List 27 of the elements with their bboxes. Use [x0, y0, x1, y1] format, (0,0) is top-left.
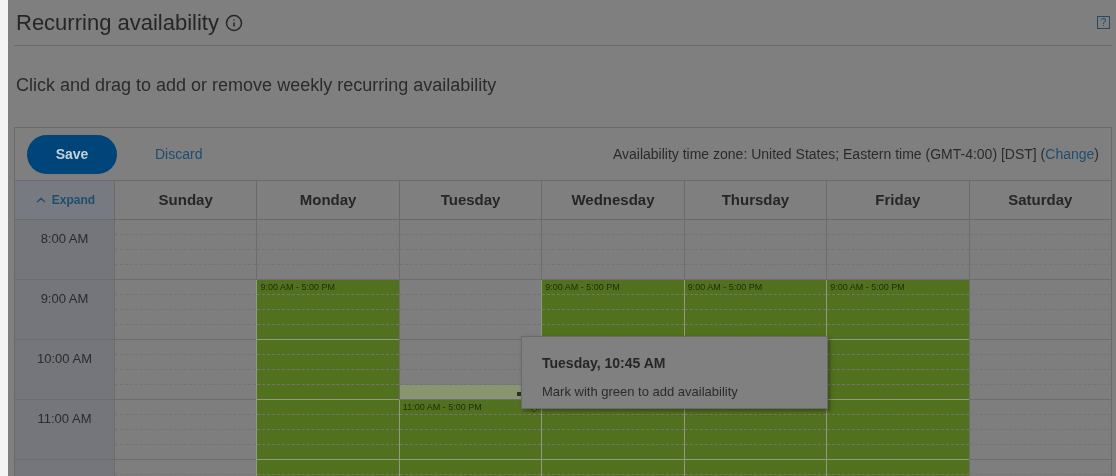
time-label: 8:00 AM — [40, 230, 89, 248]
available-slot[interactable] — [256, 400, 399, 460]
save-button[interactable]: Save — [27, 134, 117, 174]
available-slot[interactable]: 11:00 AM - 5:00 PM — [398, 400, 542, 460]
time-range-label: 9:00 AM - 5:00 PM — [260, 281, 335, 294]
discard-link[interactable]: Discard — [155, 143, 203, 165]
time-range-label: 9:00 AM - 5:00 PM — [830, 281, 905, 294]
timezone-text: Availability time zone: United States; Eastern time (GMT-4:00) [DST] (Change) — [612, 144, 1099, 164]
change-link[interactable]: Change — [1045, 145, 1095, 162]
help-icon[interactable]: ? — [1097, 16, 1110, 29]
time-range-label: 11:00 AM - 5:00 PM — [402, 401, 482, 414]
time-label: 10:00 AM — [37, 350, 92, 368]
available-slot[interactable]: 9:00 AM - 5:00 PM — [256, 280, 399, 340]
time-label: 11:00 AM — [37, 410, 92, 428]
tooltip-text: Mark with green to add availability — [542, 383, 739, 401]
page-title: Recurring availability — [16, 9, 219, 37]
tooltip-title: Tuesday, 10:45 AM — [542, 354, 667, 373]
available-slot[interactable] — [256, 340, 399, 400]
available-slot[interactable] — [826, 400, 969, 460]
time-label: 9:00 AM — [40, 290, 89, 308]
info-icon[interactable] — [225, 13, 243, 32]
time-range-label: 9:00 AM - 5:00 PM — [687, 281, 763, 294]
available-slot[interactable] — [826, 340, 969, 400]
time-range-label: 9:00 AM - 5:00 PM — [545, 281, 620, 294]
expand-button[interactable]: Expand — [15, 181, 114, 220]
instructions-text: Click and drag to add or remove weekly recurring availability — [15, 74, 498, 97]
available-slot[interactable]: 9:00 AM - 5:00 PM — [826, 280, 969, 340]
